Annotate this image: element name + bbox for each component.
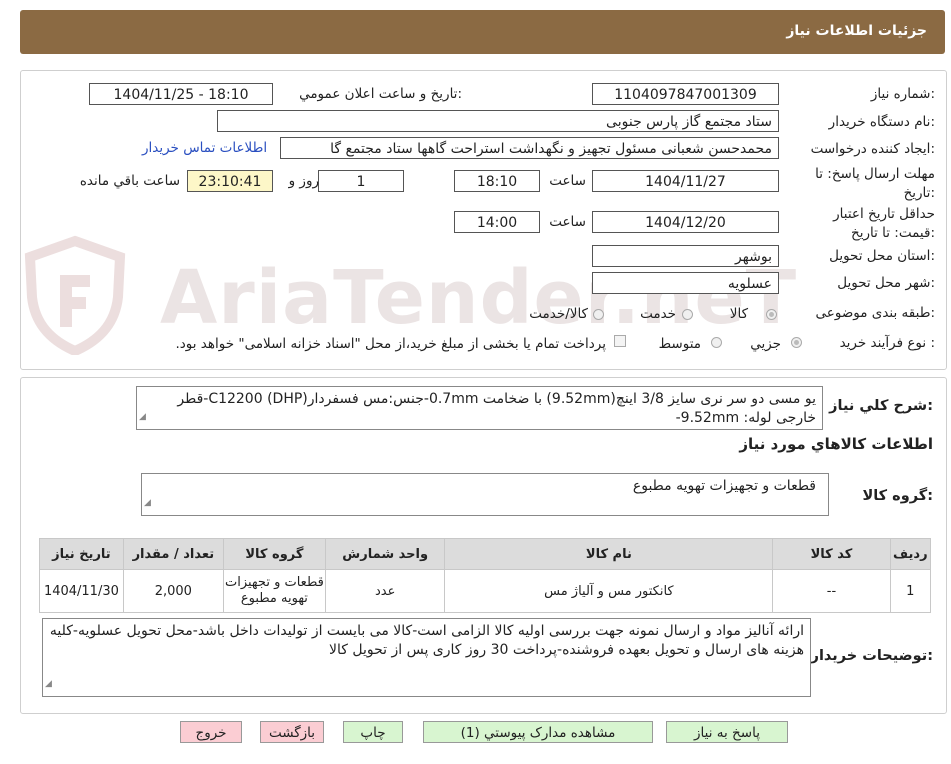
reply-time-field: 18:10 bbox=[454, 170, 540, 192]
description-box: یو مسی دو سر نری سایز 3/8 اینچ(9.52mm) ب… bbox=[136, 386, 823, 430]
resize-grip-icon[interactable]: ◢ bbox=[139, 408, 146, 427]
process-label: نوع فرآیند خرید : bbox=[839, 335, 935, 351]
goods-group-box: قطعات و تجهیزات تهویه مطبوع ◢ bbox=[141, 473, 829, 516]
remaining-time-field: 23:10:41 bbox=[187, 170, 273, 192]
goods-group-value: قطعات و تجهیزات تهویه مطبوع bbox=[632, 478, 816, 494]
cell-qty: 2,000 bbox=[122, 569, 224, 613]
category-radio-goods-service[interactable] bbox=[593, 309, 604, 320]
watermark-text: AriaTender.neT bbox=[160, 255, 798, 341]
buyer-notes-text: ارائه آنالیز مواد و ارسال نمونه جهت بررس… bbox=[49, 623, 804, 658]
validity-time-field: 14:00 bbox=[454, 211, 540, 233]
reply-days-label: روز و bbox=[288, 173, 319, 189]
category-label: طبقه بندی موضوعی: bbox=[815, 305, 935, 321]
category-radio-service[interactable] bbox=[682, 309, 693, 320]
treasury-note: پرداخت تمام یا بخشی از مبلغ خرید،از محل … bbox=[175, 336, 606, 352]
price-validity-label-line2: قيمت: تا تاريخ: bbox=[850, 225, 935, 241]
reply-days-field: 1 bbox=[318, 170, 404, 192]
province-field: بوشهر bbox=[592, 245, 779, 267]
city-label: شهر محل تحويل: bbox=[837, 275, 935, 291]
watermark-shield-icon bbox=[24, 235, 126, 355]
view-attachments-button[interactable]: مشاهده مدارک پيوستي (1) bbox=[423, 721, 653, 743]
category-option-service: خدمت bbox=[640, 306, 676, 322]
need-number-field: 1104097847001309 bbox=[592, 83, 779, 105]
price-validity-label-line1: حداقل تاريخ اعتبار bbox=[833, 206, 935, 222]
process-option-minor: جزیي bbox=[750, 336, 781, 352]
reply-date-field: 1404/11/27 bbox=[592, 170, 779, 192]
need-number-label: شماره نیاز: bbox=[870, 86, 935, 102]
announce-field: 1404/11/25 - 18:10 bbox=[89, 83, 273, 105]
exit-button[interactable]: خروج bbox=[180, 721, 242, 743]
reply-button[interactable]: پاسخ به نياز bbox=[666, 721, 788, 743]
announce-label: تاریخ و ساعت اعلان عمومي: bbox=[299, 86, 462, 102]
col-date: تاريخ نياز bbox=[39, 538, 124, 570]
col-qty: تعداد / مقدار bbox=[122, 538, 224, 570]
buyer-label: نام دستگاه خريدار: bbox=[828, 114, 935, 130]
col-code: کد کالا bbox=[772, 538, 891, 570]
cell-code: -- bbox=[772, 569, 891, 613]
validity-time-label: ساعت bbox=[549, 214, 586, 230]
treasury-checkbox[interactable] bbox=[614, 335, 626, 347]
province-label: استان محل تحويل: bbox=[829, 248, 935, 264]
requester-field: محمدحسن شعبانی مسئول تجهیز و نگهداشت است… bbox=[280, 137, 779, 159]
goods-section-title: اطلاعات کالاهاي مورد نياز bbox=[739, 435, 933, 453]
page-title: جزئیات اطلاعات نیاز bbox=[786, 23, 927, 39]
col-group: گروه کالا bbox=[222, 538, 326, 570]
validity-date-field: 1404/12/20 bbox=[592, 211, 779, 233]
resize-grip-icon[interactable]: ◢ bbox=[144, 494, 151, 513]
description-text: یو مسی دو سر نری سایز 3/8 اینچ(9.52mm) ب… bbox=[177, 391, 816, 426]
buyer-contact-link[interactable]: اطلاعات تماس خريدار bbox=[142, 140, 267, 156]
items-table: تاريخ نياز تعداد / مقدار گروه کالا واحد … bbox=[39, 538, 932, 613]
category-radio-goods[interactable] bbox=[766, 309, 777, 320]
table-row: 1404/11/30 2,000 قطعات و تجهیزات تهویه م… bbox=[39, 569, 932, 613]
col-name: نام کالا bbox=[444, 538, 774, 570]
cell-row: 1 bbox=[889, 569, 932, 613]
remaining-time-label: ساعت باقي مانده bbox=[79, 173, 180, 189]
price-validity-label: حداقل تاريخ اعتبار قيمت: تا تاريخ: bbox=[833, 205, 935, 243]
reply-deadline-label-line2: تاريخ: bbox=[903, 185, 935, 201]
col-unit: واحد شمارش bbox=[324, 538, 446, 570]
items-table-header: تاريخ نياز تعداد / مقدار گروه کالا واحد … bbox=[39, 538, 932, 570]
reply-deadline-label-line1: مهلت ارسال پاسخ: تا bbox=[815, 166, 935, 182]
reply-time-label: ساعت bbox=[549, 173, 586, 189]
goods-group-label: گروه کالا: bbox=[862, 488, 933, 504]
buyer-notes-label: توضيحات خريدار: bbox=[810, 648, 933, 664]
process-radio-medium[interactable] bbox=[711, 337, 722, 348]
cell-date: 1404/11/30 bbox=[39, 569, 124, 613]
resize-grip-icon[interactable]: ◢ bbox=[45, 675, 52, 694]
buyer-notes-box: ارائه آنالیز مواد و ارسال نمونه جهت بررس… bbox=[42, 618, 811, 697]
cell-name: کانکتور مس و آلیاژ مس bbox=[444, 569, 774, 613]
print-button[interactable]: چاپ bbox=[343, 721, 403, 743]
cell-unit: عدد bbox=[324, 569, 446, 613]
category-option-goods: کالا bbox=[729, 306, 748, 322]
buyer-field: ستاد مجتمع گاز پارس جنوبی bbox=[217, 110, 779, 132]
category-option-goods-service: کالا/خدمت bbox=[529, 306, 588, 322]
description-label: شرح کلي نياز: bbox=[829, 398, 933, 414]
city-field: عسلويه bbox=[592, 272, 779, 294]
col-row: رديف bbox=[889, 538, 932, 570]
process-radio-minor[interactable] bbox=[791, 337, 802, 348]
reply-deadline-label: مهلت ارسال پاسخ: تا تاريخ: bbox=[815, 165, 935, 203]
page-header: جزئیات اطلاعات نیاز bbox=[20, 10, 945, 54]
requester-label: ايجاد کننده درخواست: bbox=[810, 141, 935, 157]
cell-group: قطعات و تجهیزات تهویه مطبوع bbox=[222, 569, 326, 613]
process-option-medium: متوسط bbox=[658, 336, 701, 352]
back-button[interactable]: بازگشت bbox=[260, 721, 324, 743]
